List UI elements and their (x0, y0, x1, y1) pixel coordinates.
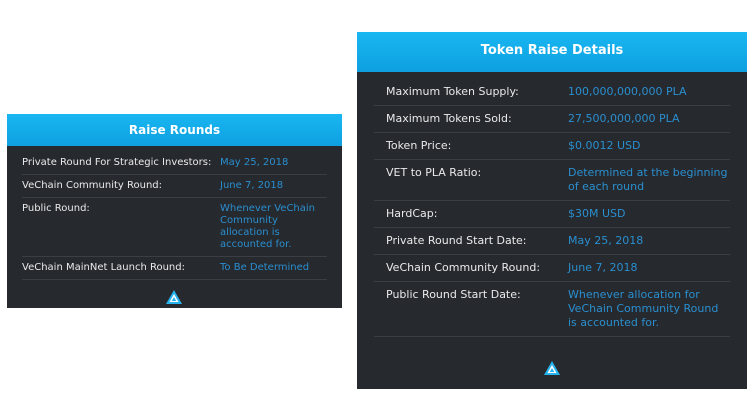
row-value: May 25, 2018 (220, 157, 289, 168)
token-raise-title: Token Raise Details (357, 32, 747, 72)
raise-round-row-public: Public Round: Whenever VeChain Community… (22, 198, 327, 257)
row-label: VeChain MainNet Launch Round: (22, 262, 185, 273)
row-value: Whenever allocation for VeChain Communit… (568, 288, 719, 329)
row-value: Determined at the beginning of each roun… (568, 166, 728, 193)
triangle-logo-icon (165, 289, 183, 309)
raise-rounds-title: Raise Rounds (7, 114, 342, 146)
row-label: VeChain Community Round: (22, 180, 163, 191)
token-row-hardcap: HardCap: $30M USD (374, 201, 730, 228)
raise-round-row-private: Private Round For Strategic Investors: M… (22, 152, 327, 175)
row-value: $30M USD (568, 207, 626, 220)
row-label: Token Price: (386, 139, 452, 152)
triangle-logo-icon (543, 360, 561, 380)
row-value: 100,000,000,000 PLA (568, 85, 687, 98)
raise-round-row-community: VeChain Community Round: June 7, 2018 (22, 175, 327, 198)
raise-rounds-card: Raise Rounds Private Round For Strategic… (7, 114, 342, 308)
token-row-price: Token Price: $0.0012 USD (374, 133, 730, 160)
row-value: May 25, 2018 (568, 234, 644, 247)
token-row-public-start: Public Round Start Date: Whenever alloca… (374, 282, 730, 337)
row-label: Public Round Start Date: (386, 288, 521, 301)
raise-round-row-mainnet: VeChain MainNet Launch Round: To Be Dete… (22, 257, 327, 280)
token-row-community: VeChain Community Round: June 7, 2018 (374, 255, 730, 282)
row-value: Whenever VeChain Community allocation is… (220, 203, 316, 250)
token-raise-list: Maximum Token Supply: 100,000,000,000 PL… (374, 79, 730, 337)
row-value: June 7, 2018 (220, 180, 284, 191)
row-value: June 7, 2018 (568, 261, 638, 274)
row-label: Public Round: (22, 203, 90, 214)
raise-rounds-list: Private Round For Strategic Investors: M… (22, 152, 327, 280)
row-value: $0.0012 USD (568, 139, 641, 152)
token-row-max-sold: Maximum Tokens Sold: 27,500,000,000 PLA (374, 106, 730, 133)
row-label: VET to PLA Ratio: (386, 166, 482, 179)
token-raise-card: Token Raise Details Maximum Token Supply… (357, 32, 747, 389)
row-label: HardCap: (386, 207, 438, 220)
token-row-max-supply: Maximum Token Supply: 100,000,000,000 PL… (374, 79, 730, 106)
token-row-ratio: VET to PLA Ratio: Determined at the begi… (374, 160, 730, 201)
row-label: Maximum Token Supply: (386, 85, 519, 98)
row-label: Private Round Start Date: (386, 234, 527, 247)
row-value: To Be Determined (220, 262, 310, 273)
row-label: Private Round For Strategic Investors: (22, 157, 212, 168)
token-row-private-start: Private Round Start Date: May 25, 2018 (374, 228, 730, 255)
row-value: 27,500,000,000 PLA (568, 112, 680, 125)
row-label: Maximum Tokens Sold: (386, 112, 512, 125)
row-label: VeChain Community Round: (386, 261, 541, 274)
